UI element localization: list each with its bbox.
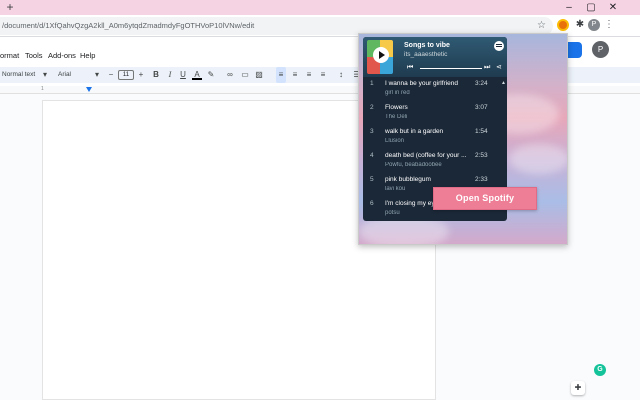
track-number: 5 — [370, 176, 374, 183]
previous-track-icon[interactable]: ⏮ — [407, 63, 413, 73]
track-duration: 2:53 — [475, 152, 488, 159]
avatar[interactable]: P — [592, 41, 609, 58]
spotify-extension-icon[interactable] — [557, 19, 569, 31]
track-name: pink bubblegum — [385, 176, 431, 183]
track-number: 6 — [370, 200, 374, 207]
list-item[interactable]: 4 death bed (coffee for your ... Powfu, … — [363, 149, 507, 173]
link-icon[interactable]: ∞ — [225, 67, 235, 83]
font-dropdown[interactable]: Arial — [58, 67, 71, 83]
tab-strip: + – ▢ ✕ — [0, 0, 640, 15]
track-name: I wanna be your girlfriend — [385, 80, 458, 87]
indent-marker[interactable] — [86, 87, 92, 92]
next-track-icon[interactable]: ⏭ — [484, 63, 490, 73]
track-artist: potsu — [385, 210, 400, 216]
font-size-increase[interactable]: + — [136, 67, 146, 83]
menu-tools[interactable]: Tools — [25, 51, 43, 60]
grammarly-icon[interactable]: G — [594, 364, 606, 376]
track-artist: Powfu, beabadoobee — [385, 162, 442, 168]
menu-help[interactable]: Help — [80, 51, 95, 60]
list-item[interactable]: 2 Flowers The Deli 3:07 — [363, 101, 507, 125]
underline-icon[interactable]: U — [178, 67, 188, 83]
chrome-menu-icon[interactable]: ⋮ — [604, 18, 614, 32]
ruler-tick: 1 — [41, 86, 44, 92]
playlist-owner[interactable]: its_aaaesthetic — [404, 51, 447, 58]
cloud-decoration — [509, 144, 567, 174]
text-color-icon[interactable]: A — [192, 67, 202, 80]
maximize-button[interactable]: ▢ — [584, 0, 598, 15]
track-name: death bed (coffee for your ... — [385, 152, 467, 159]
italic-icon[interactable]: I — [165, 67, 175, 83]
progress-bar[interactable] — [420, 68, 482, 69]
justify-icon[interactable]: ≡ — [318, 67, 328, 83]
extensions-puzzle-icon[interactable]: ✱ — [574, 19, 586, 31]
explore-icon[interactable]: ✚ — [571, 381, 585, 395]
profile-avatar-small[interactable]: P — [588, 19, 600, 31]
track-name: Flowers — [385, 104, 408, 111]
align-right-icon[interactable]: ≡ — [304, 67, 314, 83]
track-duration: 1:54 — [475, 128, 488, 135]
spotify-popup: Songs to vibe its_aaaesthetic ⏮ ⏭ ⋖ ▲ 1 … — [358, 33, 568, 245]
playlist-title[interactable]: Songs to vibe — [404, 42, 450, 49]
image-icon[interactable]: ▨ — [254, 67, 264, 83]
open-spotify-button[interactable]: Open Spotify — [433, 187, 537, 210]
track-artist: The Deli — [385, 114, 408, 120]
list-item[interactable]: 1 I wanna be your girlfriend girl in red… — [363, 77, 507, 101]
track-number: 4 — [370, 152, 374, 159]
track-artist: Llusion — [385, 138, 405, 144]
new-tab-button[interactable]: + — [4, 0, 16, 15]
chevron-down-icon[interactable]: ▾ — [40, 67, 50, 83]
player-header: Songs to vibe its_aaaesthetic ⏮ ⏭ ⋖ — [363, 37, 507, 77]
align-center-icon[interactable]: ≡ — [290, 67, 300, 83]
font-size-decrease[interactable]: − — [106, 67, 116, 83]
track-duration: 3:24 — [475, 80, 488, 87]
track-number: 3 — [370, 128, 374, 135]
close-window-button[interactable]: ✕ — [606, 0, 620, 15]
track-number: 2 — [370, 104, 374, 111]
highlight-icon[interactable]: ✎ — [206, 67, 216, 83]
bold-icon[interactable]: B — [151, 67, 161, 83]
comment-icon[interactable]: ▭ — [240, 67, 250, 83]
menu-format[interactable]: ormat — [0, 51, 19, 60]
track-duration: 2:33 — [475, 176, 488, 183]
minimize-button[interactable]: – — [562, 0, 576, 15]
align-left-icon[interactable]: ≡ — [276, 67, 286, 83]
track-duration: 3:07 — [475, 104, 488, 111]
line-spacing-icon[interactable]: ↕ — [336, 67, 346, 83]
track-number: 1 — [370, 80, 374, 87]
spotify-logo-icon[interactable] — [494, 41, 504, 51]
font-size-input[interactable]: 11 — [118, 70, 134, 80]
share-icon[interactable]: ⋖ — [496, 63, 502, 73]
track-name: walk but in a garden — [385, 128, 444, 135]
style-dropdown[interactable]: Normal text — [2, 67, 35, 83]
track-artist: girl in red — [385, 90, 410, 96]
menu-addons[interactable]: Add-ons — [48, 51, 76, 60]
list-item[interactable]: 3 walk but in a garden Llusion 1:54 — [363, 125, 507, 149]
play-button[interactable] — [373, 47, 389, 63]
chevron-down-icon[interactable]: ▾ — [92, 67, 102, 83]
